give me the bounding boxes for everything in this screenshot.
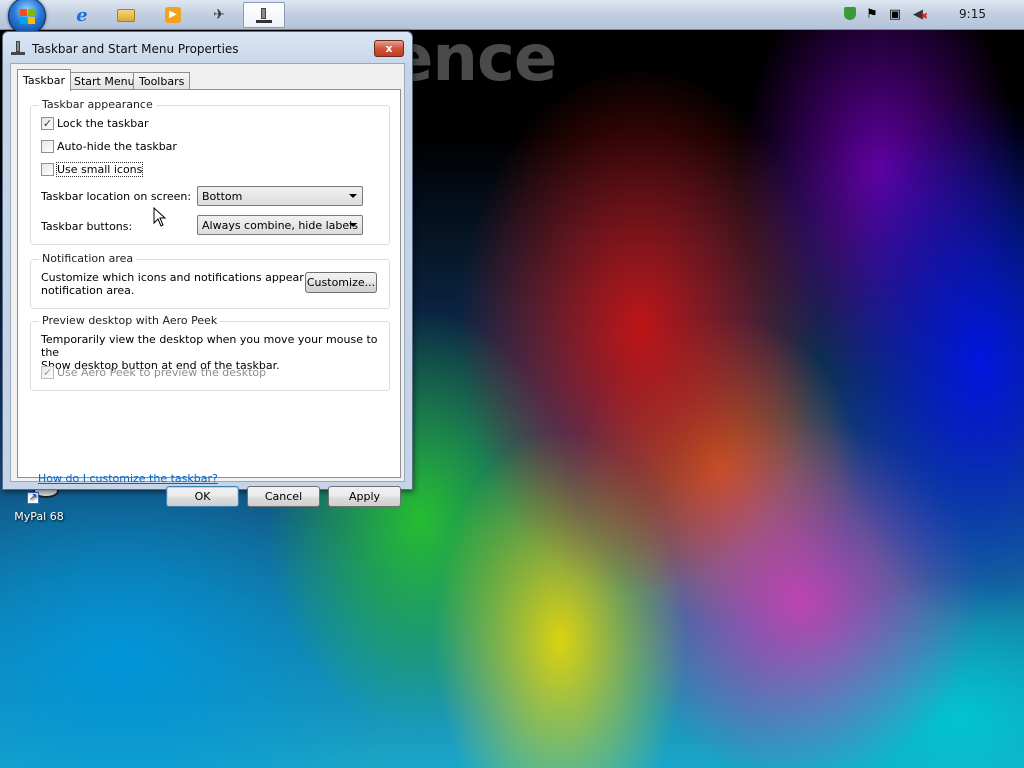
title-bar[interactable]: Taskbar and Start Menu Properties x [3, 32, 412, 63]
taskbar-button-media-player[interactable]: ▶ [152, 2, 194, 28]
group-notification-area: Notification area Customize which icons … [30, 252, 390, 309]
aero-peek-label: Use Aero Peek to preview the desktop [57, 366, 267, 379]
group-title: Taskbar appearance [39, 98, 156, 111]
taskbar: e ▶ ✈ ⚑ ▣ ◀ ✖ 9:15 [0, 0, 1024, 35]
chevron-down-icon [349, 194, 357, 198]
security-shield-icon[interactable] [842, 7, 858, 23]
taskbar-properties-icon [256, 7, 272, 23]
small-icons-checkbox-row[interactable]: Use small icons [41, 162, 144, 177]
buttons-select-value: Always combine, hide labels [202, 219, 358, 232]
dialog-client: Taskbar Start Menu Toolbars Taskbar appe… [10, 63, 405, 507]
close-button[interactable]: x [374, 40, 404, 57]
taskbar-button-mypal[interactable]: ✈ [198, 2, 240, 28]
tab-start-menu[interactable]: Start Menu [68, 72, 141, 90]
tab-label: Toolbars [139, 75, 185, 88]
chevron-down-icon [349, 223, 357, 227]
close-icon: x [385, 42, 393, 55]
windows-orb-icon [20, 9, 36, 25]
taskbar-properties-icon [11, 41, 25, 55]
lock-taskbar-label: Lock the taskbar [57, 117, 149, 130]
location-select[interactable]: Bottom [197, 186, 363, 206]
mouse-cursor-icon [153, 207, 167, 227]
autohide-checkbox-row[interactable]: Auto-hide the taskbar [41, 140, 177, 153]
description-line: Temporarily view the desktop when you mo… [41, 333, 378, 359]
autohide-checkbox[interactable] [41, 140, 54, 153]
group-title: Preview desktop with Aero Peek [39, 314, 221, 327]
ie-icon: e [76, 4, 88, 26]
tab-panel-taskbar: Taskbar appearance ✓ Lock the taskbar Au… [17, 89, 401, 485]
aero-peek-checkbox-row[interactable]: ✓ Use Aero Peek to preview the desktop [41, 366, 266, 379]
description-line: notification area. [41, 284, 135, 297]
taskbar-button-internet-explorer[interactable]: e [61, 2, 103, 28]
buttons-select[interactable]: Always combine, hide labels [197, 215, 363, 235]
start-button[interactable] [8, 0, 46, 35]
mypal-taskbar-icon: ✈ [213, 7, 225, 23]
tab-label: Taskbar [23, 74, 65, 87]
cancel-button[interactable]: Cancel [247, 486, 320, 507]
lock-taskbar-checkbox-row[interactable]: ✓ Lock the taskbar [41, 117, 149, 130]
location-select-value: Bottom [202, 190, 243, 203]
small-icons-label: Use small icons [55, 162, 144, 177]
taskbar-button-taskbar-properties[interactable] [243, 2, 285, 28]
customize-button[interactable]: Customize... [305, 272, 377, 293]
apply-button[interactable]: Apply [328, 486, 401, 507]
lock-taskbar-checkbox[interactable]: ✓ [41, 117, 54, 130]
taskbar-button-explorer[interactable] [105, 2, 147, 28]
group-title: Notification area [39, 252, 137, 265]
clock[interactable]: 9:15 [959, 7, 986, 21]
network-icon[interactable]: ▣ [887, 7, 903, 23]
ok-button[interactable]: OK [166, 486, 239, 507]
notification-tray: ⚑ ▣ ◀ ✖ 9:15 [840, 0, 1024, 30]
small-icons-checkbox[interactable] [41, 163, 54, 176]
location-label: Taskbar location on screen: [41, 190, 192, 203]
tab-label: Start Menu [74, 75, 135, 88]
media-player-icon: ▶ [165, 7, 181, 23]
desktop-icon-label: MyPal 68 [14, 510, 64, 523]
description-line: Customize which icons and notifications … [41, 271, 339, 284]
wallpaper-text: ence [390, 22, 557, 96]
group-aero-peek: Preview desktop with Aero Peek Temporari… [30, 314, 390, 391]
notification-description: Customize which icons and notifications … [41, 271, 339, 297]
buttons-label: Taskbar buttons: [41, 220, 133, 233]
aero-peek-checkbox[interactable]: ✓ [41, 366, 54, 379]
volume-muted-icon[interactable]: ◀ ✖ [910, 7, 928, 23]
folder-icon [117, 8, 135, 22]
tab-taskbar[interactable]: Taskbar [17, 69, 71, 91]
group-taskbar-appearance: Taskbar appearance ✓ Lock the taskbar Au… [30, 98, 390, 245]
action-center-flag-icon[interactable]: ⚑ [864, 7, 880, 23]
autohide-label: Auto-hide the taskbar [57, 140, 177, 153]
tab-toolbars[interactable]: Toolbars [133, 72, 191, 90]
help-link[interactable]: How do I customize the taskbar? [38, 472, 218, 485]
taskbar-properties-dialog: Taskbar and Start Menu Properties x Task… [2, 31, 413, 507]
dialog-title: Taskbar and Start Menu Properties [32, 42, 239, 56]
